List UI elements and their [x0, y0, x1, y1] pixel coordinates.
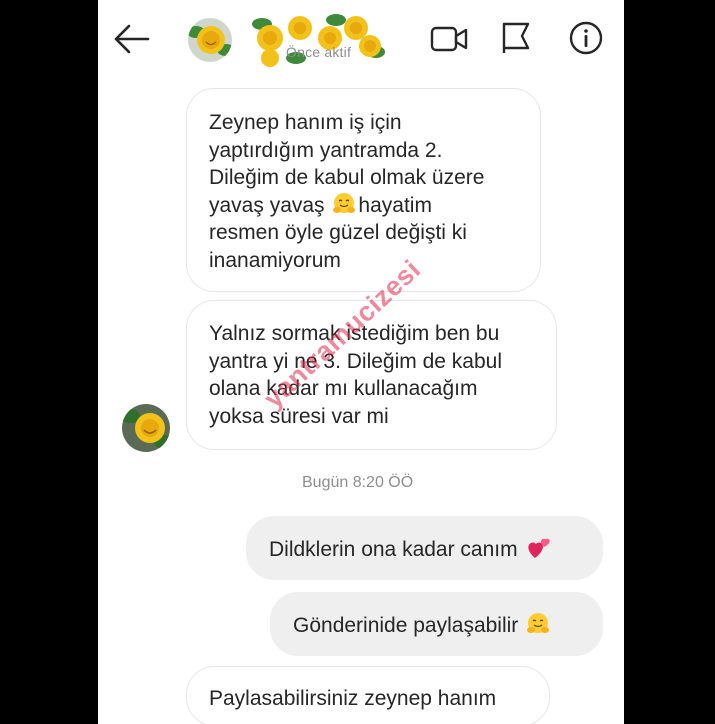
- message-line: Zeynep hanım iş için: [209, 111, 402, 134]
- message-line: yoksa süresi var mi: [209, 404, 389, 428]
- message-line: olana kadar mı kullanacağım: [209, 377, 478, 400]
- two-hearts-emoji-icon: [528, 538, 551, 558]
- message-text: Dildklerin ona kadar canım: [269, 538, 518, 561]
- incoming-message: Yalnız sormak istediğim ben bu yantra yi…: [186, 300, 557, 450]
- message-line: inanamiyorum: [209, 248, 341, 272]
- incoming-message: Zeynep hanım iş için yaptırdığım yantram…: [186, 88, 541, 292]
- message-line: yantra yi ne 3. Dileğim de kabul: [209, 349, 502, 373]
- message-text: yavaş yavaş: [209, 193, 325, 217]
- video-call-icon[interactable]: [429, 22, 469, 56]
- message-text: Paylasabilirsiniz zeynep hanım: [209, 687, 497, 710]
- outgoing-message: Gönderinide paylaşabilir: [270, 592, 603, 656]
- message-text: Gönderinide paylaşabilir: [293, 614, 519, 637]
- message-timestamp: Bugün 8:20 ÖÖ: [302, 474, 414, 491]
- message-line: Yalnız sormak istediğim ben bu: [209, 322, 500, 345]
- message-line: yaptırdığım yantramda 2.: [209, 138, 443, 162]
- hugging-face-emoji-icon: [333, 192, 356, 213]
- message-line: Dileğim de kabul olmak üzere: [209, 166, 485, 189]
- chat-header: Önce aktif: [98, 0, 624, 74]
- sender-avatar[interactable]: [120, 402, 172, 454]
- message-text: hayatim: [358, 193, 432, 217]
- profile-avatar[interactable]: [186, 16, 234, 64]
- outgoing-message: Dildklerin ona kadar canım: [246, 516, 603, 580]
- info-icon[interactable]: [568, 20, 604, 56]
- message-line: yavaş yavaş hayatim: [209, 192, 518, 220]
- hugging-face-emoji-icon: [527, 613, 550, 633]
- back-arrow-icon[interactable]: [112, 22, 150, 56]
- message-line: resmen öyle güzel değişti ki: [209, 221, 467, 244]
- chat-screen: Önce aktif Zeynep hanım iş için yaptırdı…: [98, 0, 624, 724]
- incoming-message: Paylasabilirsiniz zeynep hanım: [186, 666, 550, 724]
- flag-icon[interactable]: [498, 20, 534, 56]
- username-flower-sticker: [252, 14, 385, 67]
- active-status: Önce aktif: [286, 44, 352, 60]
